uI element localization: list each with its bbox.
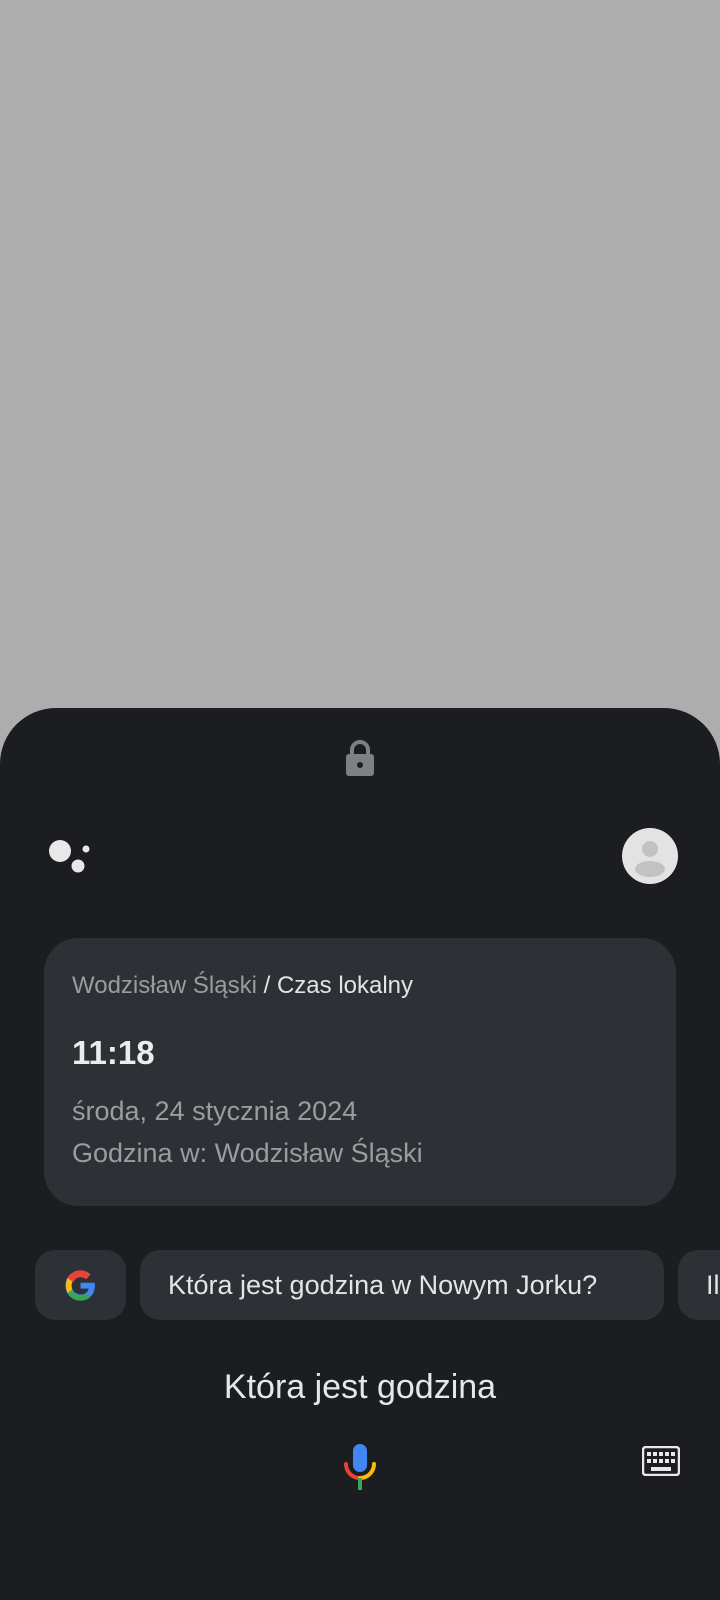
microphone-icon[interactable] — [342, 1442, 378, 1492]
breadcrumb: Wodzisław Śląski / Czas lokalny — [72, 972, 413, 1000]
suggestion-chip[interactable]: Il — [678, 1250, 720, 1320]
person-silhouette-icon — [635, 841, 665, 877]
assistant-sheet: Wodzisław Śląski / Czas lokalny 11:18 śr… — [0, 708, 720, 1600]
dimmed-background[interactable] — [0, 0, 720, 710]
assistant-logo-icon[interactable] — [48, 838, 92, 880]
account-avatar-icon[interactable] — [622, 828, 678, 884]
spoken-query-text: Która jest godzina — [223, 1368, 497, 1406]
local-time: 11:18 — [72, 1034, 155, 1071]
time-location-line: Godzina w: Wodzisław Śląski — [72, 1138, 423, 1168]
breadcrumb-separator: / — [256, 972, 277, 999]
local-time-card[interactable]: Wodzisław Śląski / Czas lokalny 11:18 śr… — [44, 938, 676, 1206]
breadcrumb-category: Czas lokalny — [276, 972, 414, 999]
google-search-chip[interactable] — [35, 1250, 126, 1320]
breadcrumb-location: Wodzisław Śląski — [72, 972, 257, 999]
lock-icon — [346, 740, 374, 776]
suggestion-chip[interactable]: Która jest godzina w Nowym Jorku? — [140, 1250, 664, 1320]
keyboard-icon[interactable] — [642, 1446, 680, 1476]
google-g-icon — [65, 1270, 95, 1301]
local-date: środa, 24 stycznia 2024 — [72, 1096, 358, 1126]
